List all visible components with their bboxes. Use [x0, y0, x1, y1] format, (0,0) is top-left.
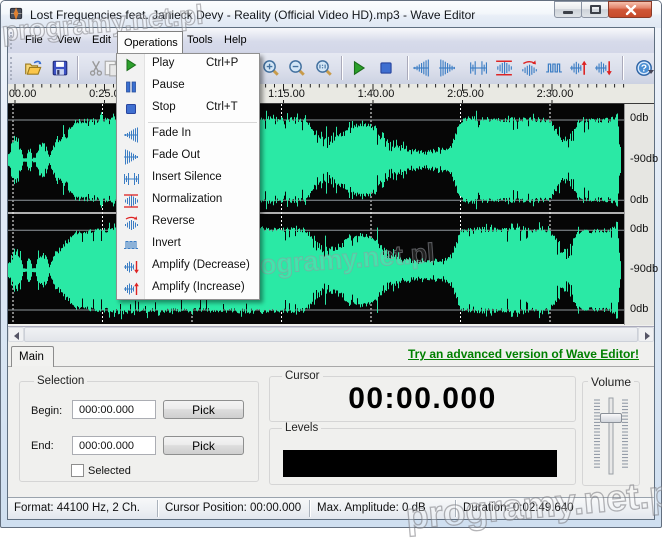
svg-text:?: ?	[641, 64, 647, 75]
